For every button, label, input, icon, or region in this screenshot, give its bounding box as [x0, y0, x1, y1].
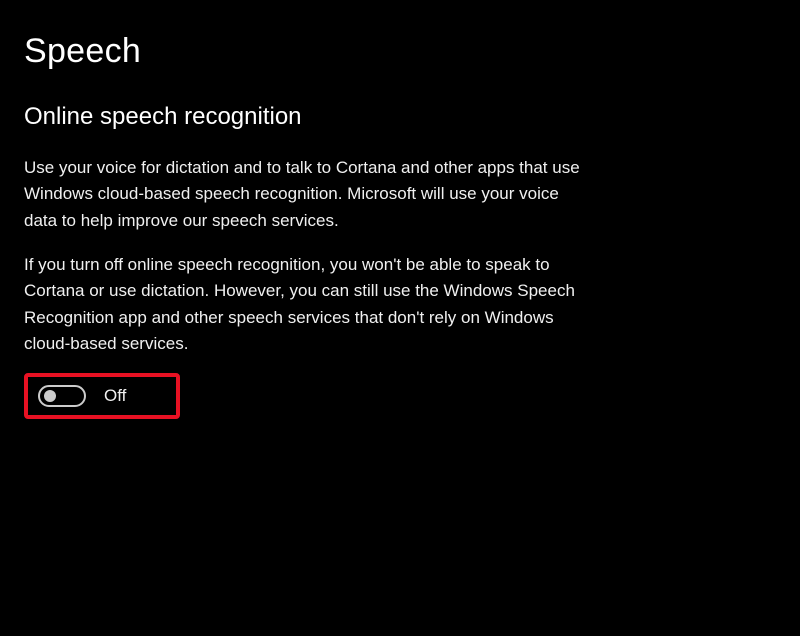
- description-text-2: If you turn off online speech recognitio…: [24, 252, 584, 357]
- toggle-state-label: Off: [104, 386, 126, 406]
- annotation-highlight: Off: [24, 373, 180, 419]
- section-title: Online speech recognition: [24, 103, 776, 131]
- page-title: Speech: [24, 32, 776, 71]
- description-text-1: Use your voice for dictation and to talk…: [24, 155, 584, 234]
- online-speech-recognition-toggle[interactable]: [38, 385, 86, 407]
- toggle-knob-icon: [44, 390, 56, 402]
